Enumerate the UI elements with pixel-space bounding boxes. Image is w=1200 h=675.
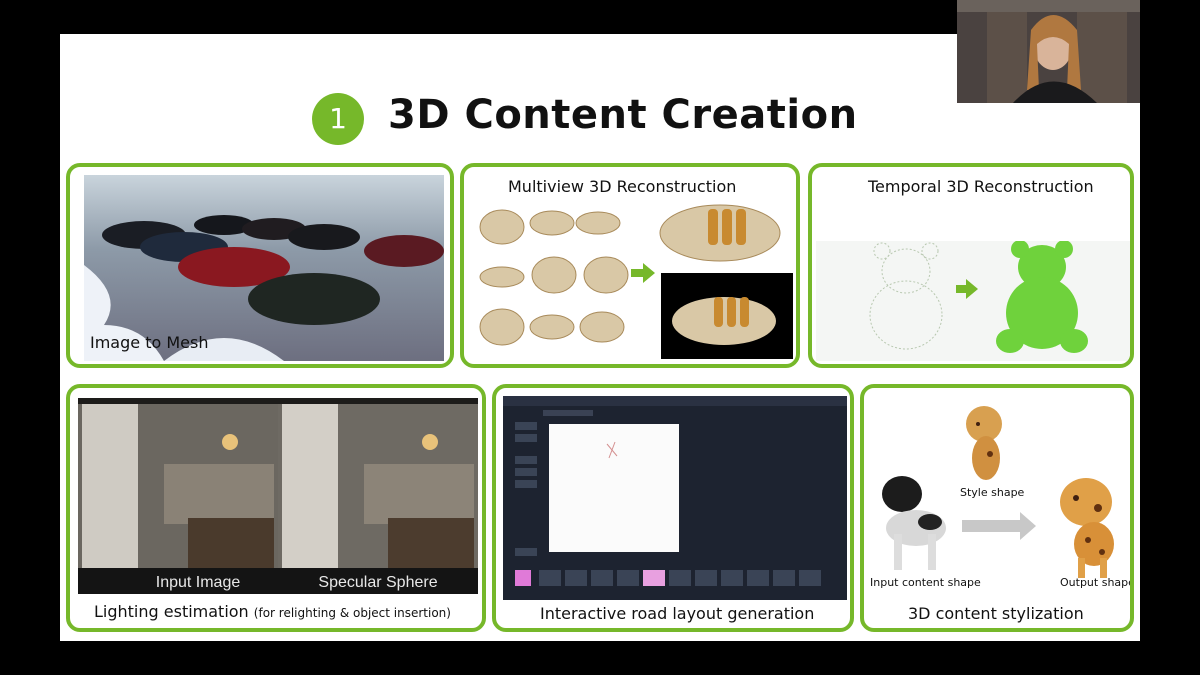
right-arrow-icon (631, 263, 655, 283)
temporal-caption: Temporal 3D Reconstruction (868, 177, 1094, 196)
road-layout-app-screenshot (503, 396, 847, 600)
section-number-badge: 1 (312, 93, 364, 145)
slide-title: 3D Content Creation (388, 92, 858, 138)
specular-sphere-label: Specular Sphere (318, 574, 437, 591)
multiview-food-images (479, 204, 793, 359)
input-shape-label: Input content shape (870, 576, 981, 589)
output-shape-label: Output shape (1060, 576, 1134, 589)
panel-multiview-reconstruction: Multiview 3D Reconstruction (460, 163, 800, 368)
lighting-caption-note: (for relighting & object insertion) (253, 606, 451, 620)
panel-stylization: Style shape Input content shape Output s… (860, 384, 1134, 632)
output-shape-leopard-dog (1060, 478, 1114, 578)
lighting-caption-main: Lighting estimation (94, 602, 249, 621)
road-layout-caption: Interactive road layout generation (540, 604, 815, 623)
panel-road-layout: Interactive road layout generation (492, 384, 854, 632)
panel-temporal-reconstruction: Temporal 3D Reconstruction (808, 163, 1134, 368)
presenter-webcam (957, 0, 1140, 103)
presenter-video (957, 0, 1140, 103)
style-shape-label: Style shape (960, 486, 1025, 499)
multiview-caption: Multiview 3D Reconstruction (508, 177, 737, 196)
input-shape-dog (882, 476, 946, 570)
panel-lighting-estimation: Input Image Specular Sphere Lighting est… (66, 384, 486, 632)
lighting-images: Input Image Specular Sphere (78, 398, 478, 594)
style-shape-leopard (966, 406, 1002, 480)
panel-image-to-mesh: Image to Mesh (66, 163, 454, 368)
teddy-bear-reconstruction (816, 241, 1130, 361)
right-arrow-icon (962, 512, 1036, 540)
lighting-caption: Lighting estimation (for relighting & ob… (94, 602, 451, 621)
stylization-caption: 3D content stylization (908, 604, 1084, 623)
input-image-label: Input Image (156, 574, 241, 591)
presentation-slide: 1 3D Content Creation Image to Mesh Mult… (60, 34, 1140, 641)
image-to-mesh-caption: Image to Mesh (90, 333, 209, 352)
